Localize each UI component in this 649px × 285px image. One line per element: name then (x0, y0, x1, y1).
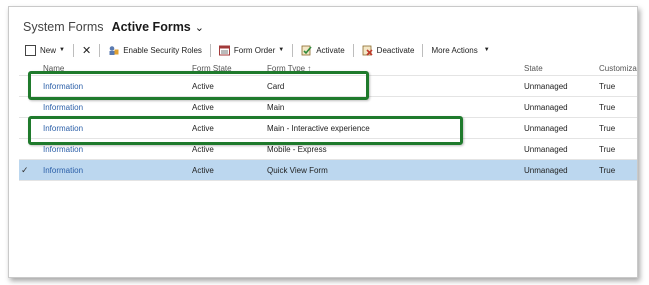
activate-icon (301, 45, 312, 55)
column-header-customizable[interactable]: Customiza (599, 62, 637, 75)
activate-button[interactable]: Activate (297, 45, 348, 56)
caret-down-icon: ▼ (483, 47, 490, 53)
new-document-icon (25, 44, 36, 56)
row-checkmark-icon[interactable]: ✓ (21, 160, 33, 180)
view-selector[interactable]: Active Forms (112, 20, 191, 34)
toolbar-divider (72, 43, 74, 57)
form-order-label: Form Order (233, 45, 276, 55)
enable-security-roles-label: Enable Security Roles (123, 45, 202, 55)
new-label: New (40, 45, 57, 55)
chevron-down-icon[interactable]: ⌄ (195, 21, 204, 34)
toolbar-divider (209, 43, 211, 57)
form-state-cell: Active (192, 165, 214, 175)
deactivate-label: Deactivate (376, 45, 415, 55)
customizable-cell: True (599, 144, 616, 154)
form-state-cell: Active (192, 102, 214, 112)
customizable-cell: True (599, 123, 616, 133)
more-actions-label: More Actions (431, 45, 478, 55)
form-type-cell: Quick View Form (267, 165, 328, 175)
command-bar: New ▼ ✕ Enable Security Roles Form Order (21, 41, 637, 59)
security-roles-icon (109, 45, 119, 55)
customizable-cell: True (599, 81, 616, 91)
state-cell: Unmanaged (524, 81, 568, 91)
new-button[interactable]: New ▼ (21, 44, 69, 56)
form-order-button[interactable]: Form Order ▼ (215, 45, 288, 56)
highlight-box-main-interactive (28, 116, 463, 145)
form-type-cell: Main (267, 102, 285, 112)
caret-down-icon: ▼ (59, 47, 65, 53)
state-cell: Unmanaged (524, 165, 568, 175)
highlight-box-card (28, 71, 369, 100)
delete-icon: ✕ (81, 44, 92, 57)
table-row-selected[interactable]: ✓ Information Active Quick View Form Unm… (19, 160, 637, 181)
caret-down-icon: ▼ (278, 47, 285, 53)
toolbar-divider (352, 43, 354, 57)
form-list-window: System Forms Active Forms ⌄ New ▼ ✕ Enab… (8, 6, 638, 278)
row-checkbox[interactable] (21, 97, 33, 117)
delete-button[interactable]: ✕ (78, 44, 95, 57)
deactivate-button[interactable]: Deactivate (358, 45, 419, 56)
state-cell: Unmanaged (524, 144, 568, 154)
breadcrumb-system-forms[interactable]: System Forms (23, 20, 104, 34)
customizable-cell: True (599, 165, 616, 175)
form-name-link[interactable]: Information (43, 97, 83, 117)
form-name-link[interactable]: Information (43, 160, 83, 180)
enable-security-roles-button[interactable]: Enable Security Roles (104, 45, 206, 56)
activate-label: Activate (316, 45, 345, 55)
form-order-icon (218, 45, 230, 55)
toolbar-divider (422, 43, 424, 57)
customizable-cell: True (599, 102, 616, 112)
deactivate-icon (362, 45, 373, 56)
toolbar-divider (292, 43, 294, 57)
more-actions-button[interactable]: More Actions ▼ (427, 46, 493, 55)
toolbar-divider (99, 43, 101, 57)
state-cell: Unmanaged (524, 102, 568, 112)
table-row[interactable]: Information Active Main Unmanaged True (19, 97, 637, 118)
title-bar: System Forms Active Forms ⌄ (23, 17, 204, 37)
state-cell: Unmanaged (524, 123, 568, 133)
column-header-state[interactable]: State (524, 62, 543, 75)
